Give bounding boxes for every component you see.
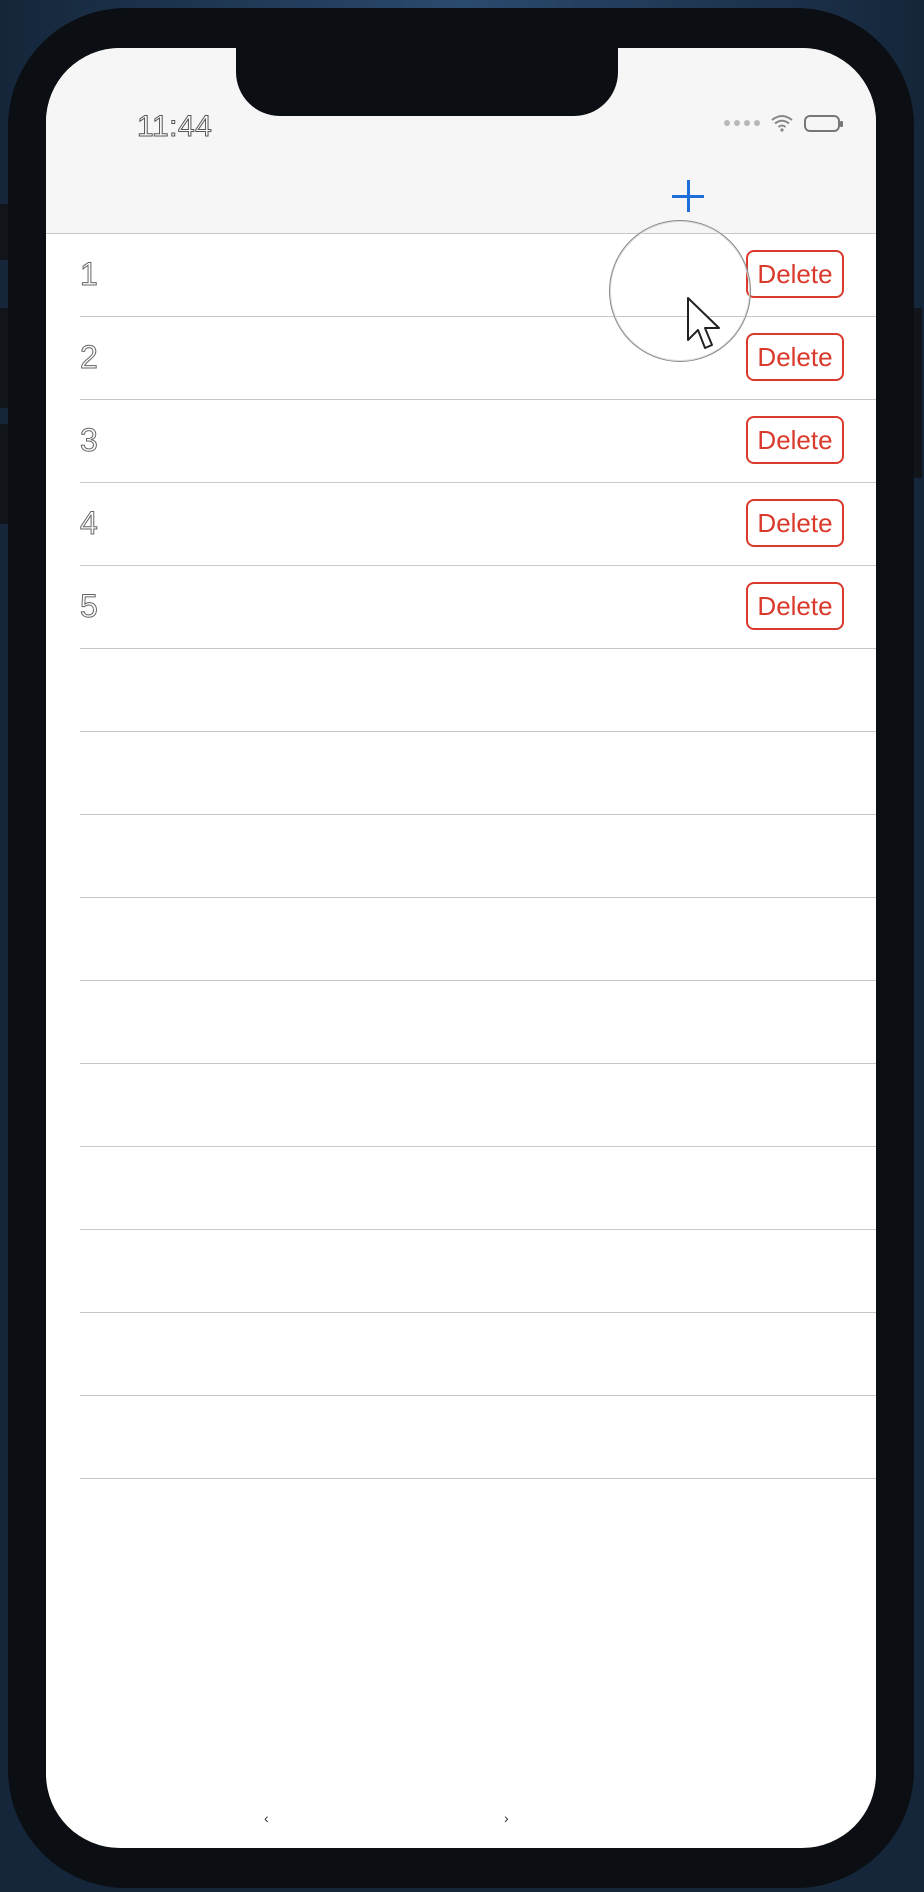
plus-icon[interactable] <box>668 176 708 216</box>
list-item: 5 Delete <box>80 566 876 649</box>
empty-row <box>80 1230 876 1313</box>
battery-icon <box>804 114 843 132</box>
wifi-icon <box>771 115 793 132</box>
empty-row <box>80 1313 876 1396</box>
empty-row <box>80 898 876 981</box>
delete-button[interactable]: Delete <box>746 250 844 298</box>
volume-up-button <box>0 204 8 260</box>
empty-row <box>80 1064 876 1147</box>
volume-down-button <box>0 308 8 408</box>
delete-button[interactable]: Delete <box>746 499 844 547</box>
mute-switch <box>0 424 8 524</box>
empty-row <box>80 1147 876 1230</box>
empty-row <box>80 981 876 1064</box>
delete-button[interactable]: Delete <box>746 416 844 464</box>
screen: 11:44 1 Delete 2 Delete 3 Delete 4 Delet… <box>46 48 876 1848</box>
list-item: 3 Delete <box>80 400 876 483</box>
list-item: 4 Delete <box>80 483 876 566</box>
empty-row <box>80 732 876 815</box>
phone-frame: 11:44 1 Delete 2 Delete 3 Delete 4 Delet… <box>0 8 922 1888</box>
back-glyph[interactable]: ‹ <box>264 1810 269 1826</box>
power-button <box>914 308 922 478</box>
list-item-label: 1 <box>80 256 99 293</box>
empty-row <box>80 649 876 732</box>
signal-icon <box>724 120 760 126</box>
list-item-label: 3 <box>80 422 99 459</box>
list-item-label: 4 <box>80 505 99 542</box>
list-item: 2 Delete <box>80 317 876 400</box>
home-indicator: ‹ › <box>46 1810 876 1830</box>
list-item: 1 Delete <box>80 234 876 317</box>
list-item-label: 5 <box>80 588 99 625</box>
item-list: 1 Delete 2 Delete 3 Delete 4 Delete 5 De… <box>46 234 876 1479</box>
delete-button[interactable]: Delete <box>746 333 844 381</box>
status-icons <box>724 114 843 132</box>
list-item-label: 2 <box>80 339 99 376</box>
empty-row <box>80 1396 876 1479</box>
forward-glyph[interactable]: › <box>504 1810 509 1826</box>
notch <box>236 48 618 116</box>
delete-button[interactable]: Delete <box>746 582 844 630</box>
empty-row <box>80 815 876 898</box>
status-time: 11:44 <box>136 110 213 144</box>
